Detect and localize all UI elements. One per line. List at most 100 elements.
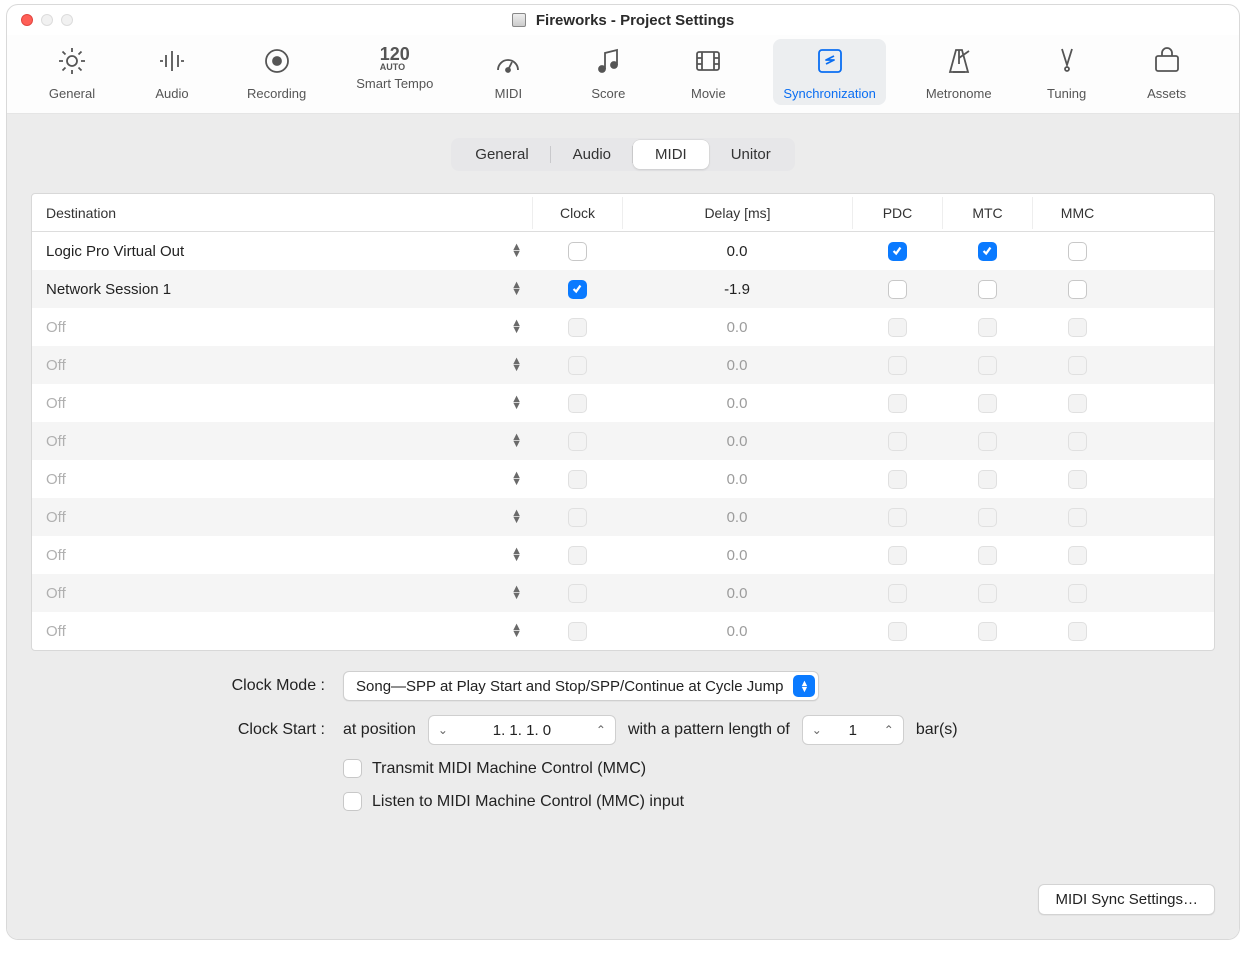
checkbox[interactable] <box>978 546 997 565</box>
midi-sync-settings-button[interactable]: MIDI Sync Settings… <box>1038 884 1215 915</box>
checkbox[interactable] <box>888 432 907 451</box>
toolbar-midi[interactable]: MIDI <box>473 39 543 105</box>
listen-mmc-checkbox[interactable] <box>343 792 362 811</box>
popup-arrows-icon: ▲▼ <box>511 586 522 600</box>
window-title: Fireworks - Project Settings <box>7 12 1239 29</box>
toolbar-label: Assets <box>1147 86 1186 101</box>
transmit-mmc-checkbox[interactable] <box>343 759 362 778</box>
checkbox[interactable] <box>978 280 997 299</box>
checkbox[interactable] <box>888 280 907 299</box>
checkbox[interactable] <box>568 280 587 299</box>
delay-cell[interactable]: 0.0 <box>622 389 852 418</box>
checkbox[interactable] <box>568 470 587 489</box>
checkbox[interactable] <box>1068 356 1087 375</box>
delay-cell[interactable]: 0.0 <box>622 427 852 456</box>
toolbar-assets[interactable]: Assets <box>1132 39 1202 105</box>
stepper-up-icon[interactable]: ⌃ <box>875 723 903 737</box>
checkbox[interactable] <box>568 622 587 641</box>
subtab-general[interactable]: General <box>453 140 550 169</box>
movie-icon <box>692 45 724 82</box>
checkbox[interactable] <box>568 508 587 527</box>
checkbox[interactable] <box>888 470 907 489</box>
checkbox[interactable] <box>1068 242 1087 261</box>
checkbox[interactable] <box>568 394 587 413</box>
header-delay: Delay [ms] <box>622 197 852 229</box>
checkbox[interactable] <box>1068 432 1087 451</box>
checkbox[interactable] <box>1068 622 1087 641</box>
checkbox[interactable] <box>978 584 997 603</box>
subtab-unitor[interactable]: Unitor <box>709 140 793 169</box>
stepper-up-icon[interactable]: ⌃ <box>587 723 615 737</box>
checkbox[interactable] <box>978 356 997 375</box>
clock-start-position-stepper[interactable]: ⌄ 1. 1. 1. 0 ⌃ <box>428 715 616 745</box>
destination-select[interactable]: Off▲▼ <box>32 389 532 418</box>
checkbox[interactable] <box>568 356 587 375</box>
checkbox[interactable] <box>1068 584 1087 603</box>
destination-select[interactable]: Off▲▼ <box>32 503 532 532</box>
clock-mode-select[interactable]: Song—SPP at Play Start and Stop/SPP/Cont… <box>343 671 819 701</box>
toolbar-general[interactable]: General <box>37 39 107 105</box>
checkbox[interactable] <box>888 584 907 603</box>
checkbox[interactable] <box>978 508 997 527</box>
checkbox[interactable] <box>568 432 587 451</box>
destination-select[interactable]: Off▲▼ <box>32 617 532 646</box>
checkbox[interactable] <box>978 242 997 261</box>
settings-toolbar: General Audio Recording 120AUTOSmart Tempo M… <box>7 35 1239 114</box>
stepper-down-icon[interactable]: ⌄ <box>429 723 457 737</box>
checkbox[interactable] <box>888 356 907 375</box>
delay-cell[interactable]: 0.0 <box>622 579 852 608</box>
toolbar-score[interactable]: Score <box>573 39 643 105</box>
destination-select[interactable]: Off▲▼ <box>32 541 532 570</box>
subtab-audio[interactable]: Audio <box>551 140 633 169</box>
checkbox[interactable] <box>888 546 907 565</box>
checkbox[interactable] <box>568 318 587 337</box>
checkbox[interactable] <box>978 394 997 413</box>
toolbar-movie[interactable]: Movie <box>673 39 743 105</box>
checkbox[interactable] <box>568 546 587 565</box>
destination-select[interactable]: Off▲▼ <box>32 313 532 342</box>
checkbox[interactable] <box>888 242 907 261</box>
settings-body: GeneralAudioMIDIUnitor Destination Clock… <box>7 114 1239 939</box>
checkbox[interactable] <box>568 584 587 603</box>
checkbox[interactable] <box>1068 318 1087 337</box>
toolbar-smart-tempo[interactable]: 120AUTOSmart Tempo <box>346 39 443 105</box>
checkbox[interactable] <box>1068 470 1087 489</box>
checkbox[interactable] <box>978 432 997 451</box>
toolbar-tuning[interactable]: Tuning <box>1032 39 1102 105</box>
checkbox[interactable] <box>888 508 907 527</box>
checkbox[interactable] <box>978 470 997 489</box>
toolbar-synchronization[interactable]: Synchronization <box>773 39 886 105</box>
checkbox[interactable] <box>1068 280 1087 299</box>
checkbox[interactable] <box>978 622 997 641</box>
delay-cell[interactable]: 0.0 <box>622 351 852 380</box>
destination-select[interactable]: Logic Pro Virtual Out▲▼ <box>32 237 532 266</box>
destination-select[interactable]: Network Session 1▲▼ <box>32 275 532 304</box>
checkbox[interactable] <box>888 622 907 641</box>
subtab-midi[interactable]: MIDI <box>633 140 709 169</box>
destination-select[interactable]: Off▲▼ <box>32 465 532 494</box>
delay-cell[interactable]: 0.0 <box>622 237 852 266</box>
delay-cell[interactable]: -1.9 <box>622 275 852 304</box>
pdc-cell <box>852 312 942 343</box>
delay-cell[interactable]: 0.0 <box>622 503 852 532</box>
toolbar-recording[interactable]: Recording <box>237 39 316 105</box>
checkbox[interactable] <box>1068 546 1087 565</box>
delay-cell[interactable]: 0.0 <box>622 541 852 570</box>
destination-select[interactable]: Off▲▼ <box>32 427 532 456</box>
pdc-cell <box>852 274 942 305</box>
destination-select[interactable]: Off▲▼ <box>32 351 532 380</box>
stepper-down-icon[interactable]: ⌄ <box>803 723 831 737</box>
pattern-length-stepper[interactable]: ⌄ 1 ⌃ <box>802 715 904 745</box>
checkbox[interactable] <box>978 318 997 337</box>
checkbox[interactable] <box>568 242 587 261</box>
destination-select[interactable]: Off▲▼ <box>32 579 532 608</box>
checkbox[interactable] <box>888 318 907 337</box>
toolbar-metronome[interactable]: Metronome <box>916 39 1002 105</box>
toolbar-audio[interactable]: Audio <box>137 39 207 105</box>
checkbox[interactable] <box>1068 508 1087 527</box>
checkbox[interactable] <box>888 394 907 413</box>
checkbox[interactable] <box>1068 394 1087 413</box>
delay-cell[interactable]: 0.0 <box>622 465 852 494</box>
delay-cell[interactable]: 0.0 <box>622 617 852 646</box>
delay-cell[interactable]: 0.0 <box>622 313 852 342</box>
